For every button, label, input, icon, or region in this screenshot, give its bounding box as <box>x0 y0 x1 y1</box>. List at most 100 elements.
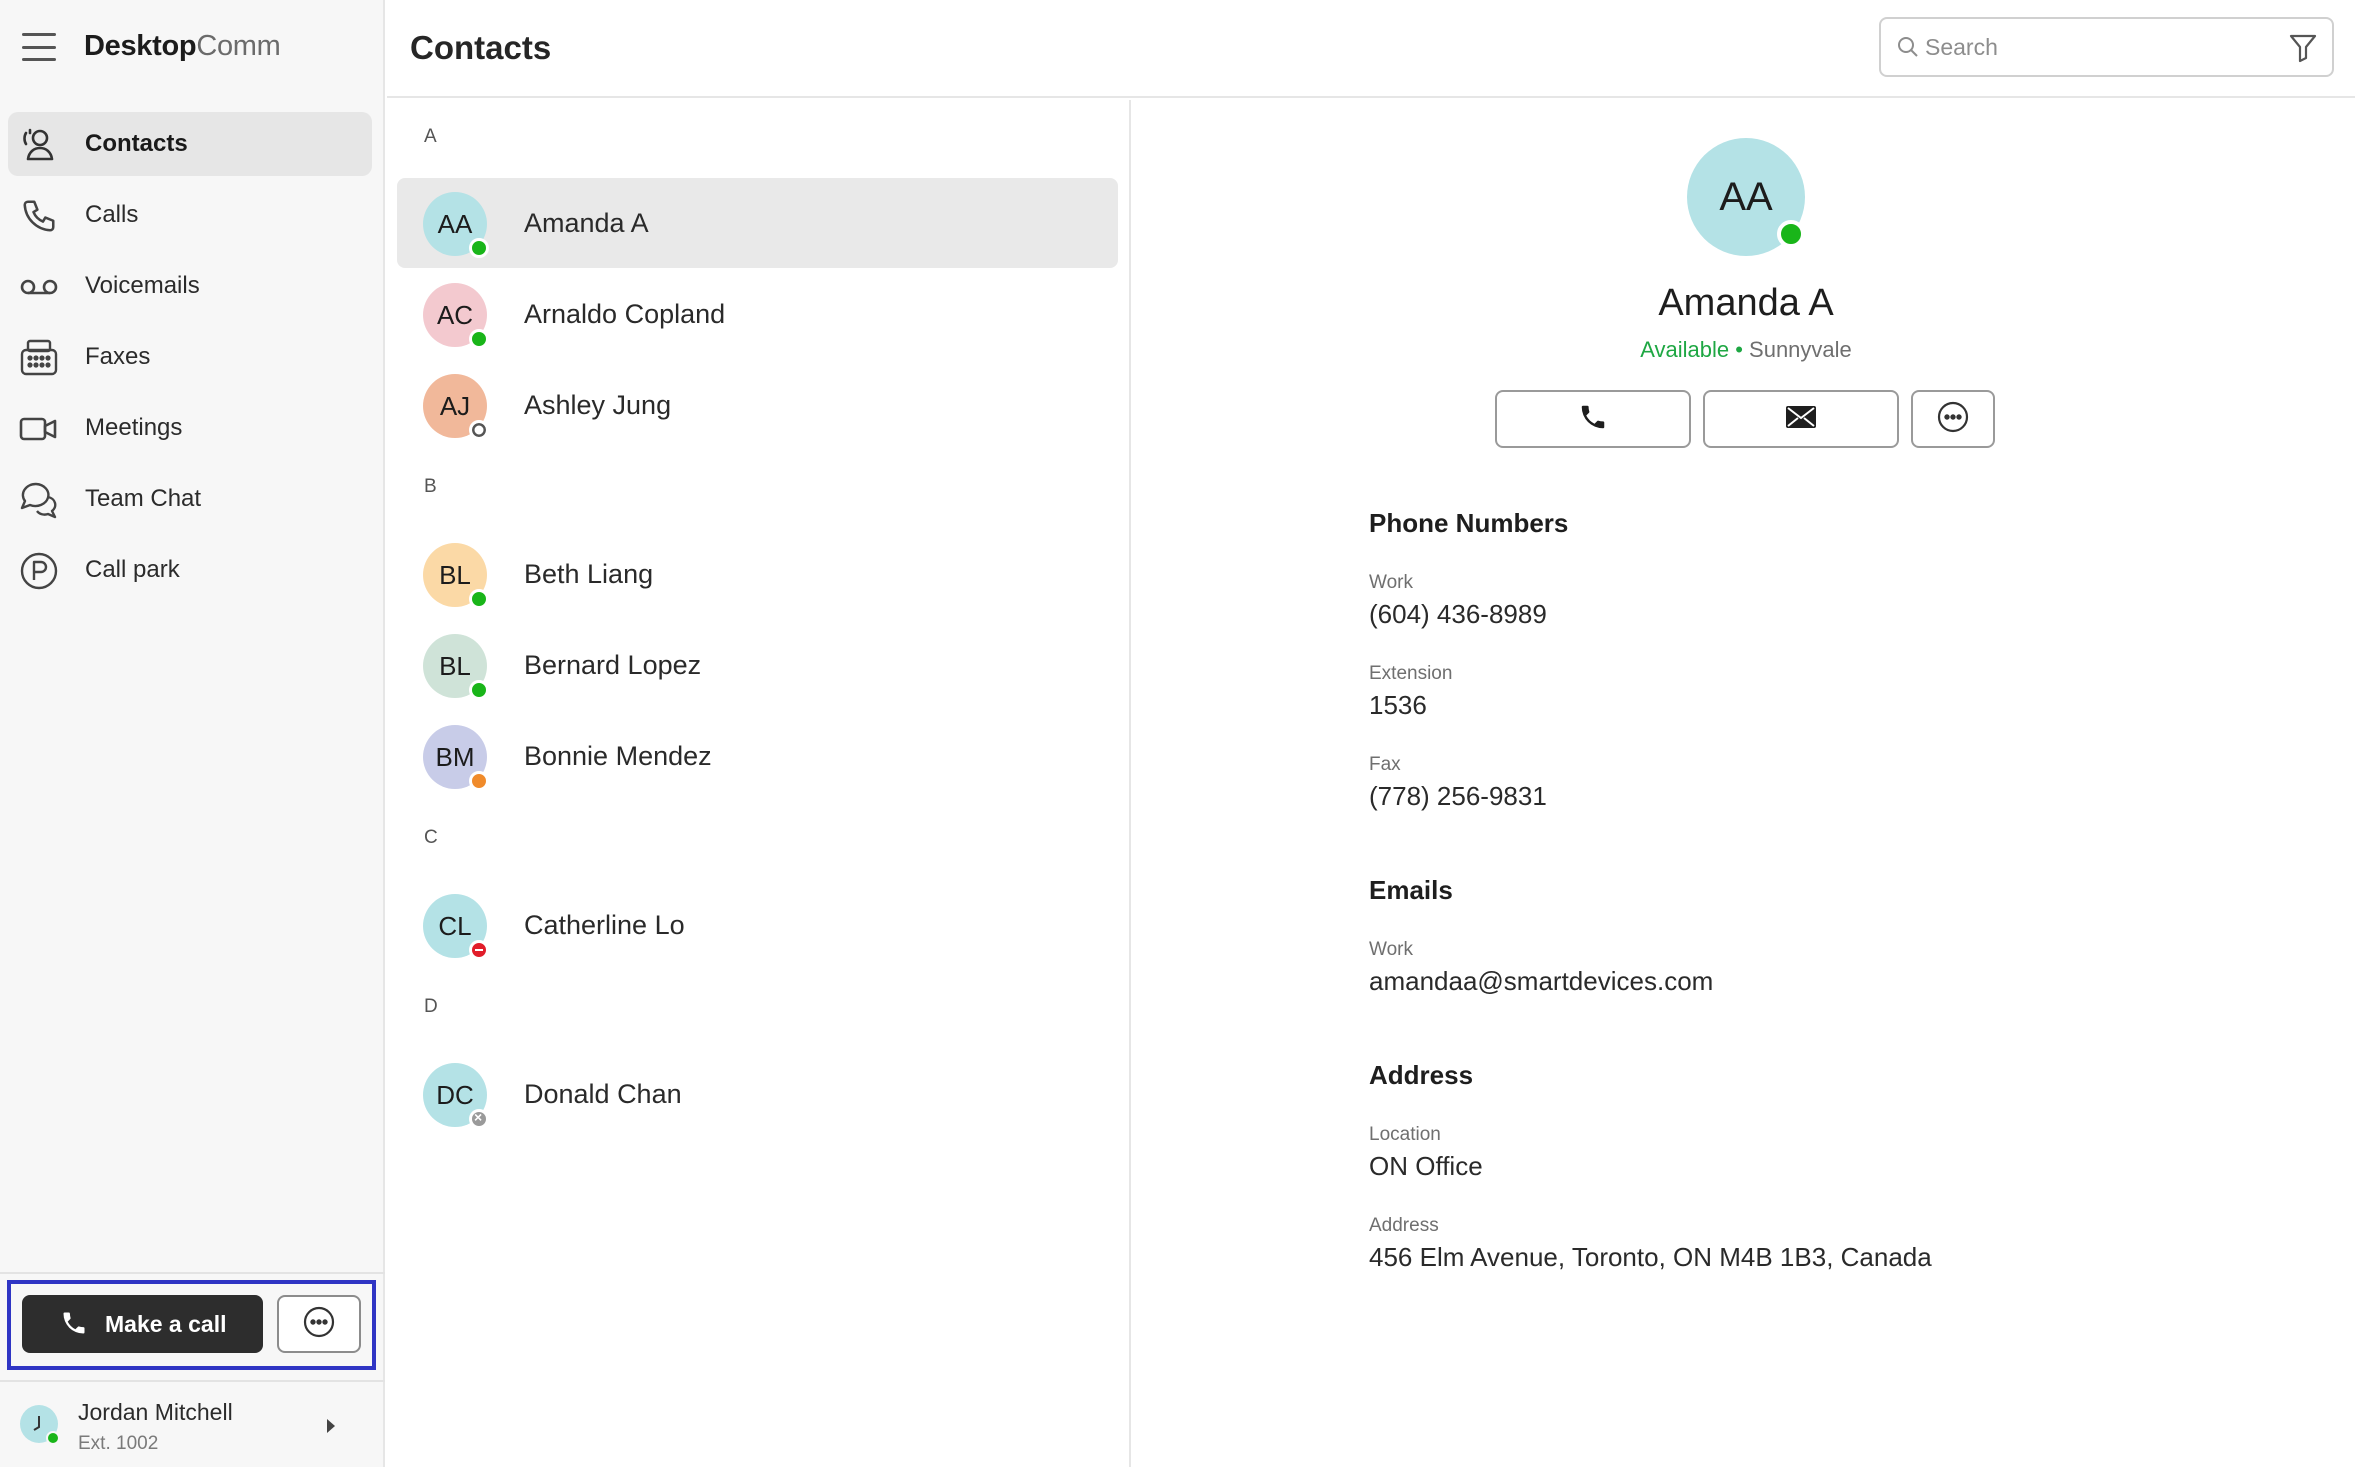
search-box[interactable] <box>1879 17 2334 77</box>
location-text: Sunnyvale <box>1749 337 1852 362</box>
contact-name: Bonnie Mendez <box>524 741 712 771</box>
contact-name: Amanda A <box>1658 282 1834 324</box>
make-a-call-label: Make a call <box>105 1310 227 1337</box>
contact-name: Beth Liang <box>524 559 654 589</box>
avatar: AC <box>423 283 489 349</box>
section-letter: B <box>424 476 437 497</box>
presence-offline-icon <box>469 420 489 440</box>
contact-row[interactable]: BL Bernard Lopez <box>397 620 1118 710</box>
page-title: Contacts <box>410 29 552 66</box>
sidebar-item-label: Meetings <box>85 414 183 441</box>
user-name: Jordan Mitchell <box>78 1399 233 1425</box>
field-value: (604) 436-8989 <box>1369 599 1547 629</box>
more-options-button[interactable] <box>1911 390 1995 448</box>
avatar: BL <box>423 543 489 609</box>
contact-row[interactable]: BM Bonnie Mendez <box>397 711 1118 801</box>
sidebar-item-calls[interactable]: Calls <box>8 183 372 247</box>
current-user[interactable]: Jordan Mitchell Ext. 1002 <box>0 1383 385 1467</box>
sidebar-item-label: Faxes <box>85 343 151 370</box>
status-text: Available <box>1640 337 1730 362</box>
field-label: Address <box>1369 1215 1439 1236</box>
field-value: amandaa@smartdevices.com <box>1369 966 1714 996</box>
contact-row[interactable]: DC Donald Chan <box>397 1049 1118 1139</box>
field-value: ON Office <box>1369 1151 1483 1181</box>
presence-available-icon <box>1777 220 1805 248</box>
more-options-button[interactable] <box>277 1295 361 1353</box>
sidebar-item-label: Contacts <box>85 130 188 157</box>
email-button[interactable] <box>1703 390 1899 448</box>
divider <box>0 1272 385 1274</box>
avatar: AA <box>423 192 489 258</box>
brand-row: DesktopComm <box>0 0 385 95</box>
presence-available-icon <box>46 1431 60 1445</box>
search-icon <box>1897 36 1919 63</box>
sidebar-item-label: Team Chat <box>85 485 202 512</box>
sidebar-item-meetings[interactable]: Meetings <box>8 396 372 460</box>
section-letter: C <box>424 827 438 848</box>
contact-name: Amanda A <box>524 208 649 238</box>
contact-name: Arnaldo Copland <box>524 299 726 329</box>
field-value: 1536 <box>1369 690 1427 720</box>
sidebar-item-team-chat[interactable]: Team Chat <box>8 467 372 531</box>
mail-icon <box>1785 405 1817 434</box>
avatar: BL <box>423 634 489 700</box>
avatar: DC <box>423 1063 489 1129</box>
sidebar-item-label: Call park <box>85 556 180 583</box>
sidebar-item-faxes[interactable]: Faxes <box>8 325 372 389</box>
avatar <box>20 1405 60 1445</box>
presence-available-icon <box>469 680 489 700</box>
sidebar-item-voicemails[interactable]: Voicemails <box>8 254 372 318</box>
parking-icon <box>18 550 60 592</box>
presence-dnd-icon <box>469 940 489 960</box>
sidebar: DesktopComm Contacts Calls Voicemails Fa… <box>0 0 385 1467</box>
hamburger-menu-icon[interactable] <box>22 33 56 61</box>
user-extension: Ext. 1002 <box>78 1433 159 1454</box>
field-label: Work <box>1369 939 1413 960</box>
contact-detail: AA Amanda A Available • Sunnyvale Phone … <box>1133 100 2355 1467</box>
section-title-emails: Emails <box>1369 875 1453 905</box>
presence-away-icon <box>469 771 489 791</box>
sidebar-item-contacts[interactable]: Contacts <box>8 112 372 176</box>
field-label: Location <box>1369 1124 1441 1145</box>
app-logo: DesktopComm <box>84 30 281 62</box>
phone-icon <box>18 195 60 237</box>
contact-row[interactable]: CL Catherline Lo <box>397 880 1118 970</box>
sidebar-item-label: Voicemails <box>85 272 200 299</box>
contact-list: A AA Amanda A AC Arnaldo Copland AJ Ashl… <box>387 100 1131 1467</box>
make-a-call-button[interactable]: Make a call <box>22 1295 263 1353</box>
avatar: AA <box>1687 138 1805 256</box>
contact-actions <box>1495 390 1995 450</box>
caret-right-icon[interactable] <box>327 1419 335 1433</box>
contact-row[interactable]: AJ Ashley Jung <box>397 360 1118 450</box>
avatar: CL <box>423 894 489 960</box>
video-icon <box>18 408 60 450</box>
chat-icon <box>18 479 60 521</box>
field-value: (778) 256-9831 <box>1369 781 1547 811</box>
sidebar-item-call-park[interactable]: Call park <box>8 538 372 602</box>
presence-available-icon <box>469 589 489 609</box>
quick-actions: Make a call <box>7 1280 376 1370</box>
voicemail-icon <box>18 266 60 308</box>
contact-row[interactable]: AC Arnaldo Copland <box>397 269 1118 359</box>
contact-status: Available • Sunnyvale <box>1640 337 1852 362</box>
contact-name: Bernard Lopez <box>524 650 702 680</box>
contact-row[interactable]: AA Amanda A <box>397 178 1118 268</box>
search-input[interactable] <box>1925 27 2255 67</box>
avatar: BM <box>423 725 489 791</box>
field-label: Fax <box>1369 754 1401 775</box>
contact-row[interactable]: BL Beth Liang <box>397 529 1118 619</box>
field-value: 456 Elm Avenue, Toronto, ON M4B 1B3, Can… <box>1369 1242 1932 1272</box>
phone-icon <box>60 1309 88 1342</box>
sidebar-nav: Contacts Calls Voicemails Faxes Meetings… <box>8 112 372 609</box>
section-title-phone-numbers: Phone Numbers <box>1369 508 1569 538</box>
field-label: Work <box>1369 572 1413 593</box>
more-icon <box>302 1305 336 1344</box>
section-letter: D <box>424 996 438 1017</box>
header: Contacts <box>387 0 2355 98</box>
phone-icon <box>1578 402 1608 437</box>
avatar: AJ <box>423 374 489 440</box>
filter-icon[interactable] <box>2289 33 2317 68</box>
section-letter: A <box>424 126 437 147</box>
call-button[interactable] <box>1495 390 1691 448</box>
contact-name: Catherline Lo <box>524 910 685 940</box>
